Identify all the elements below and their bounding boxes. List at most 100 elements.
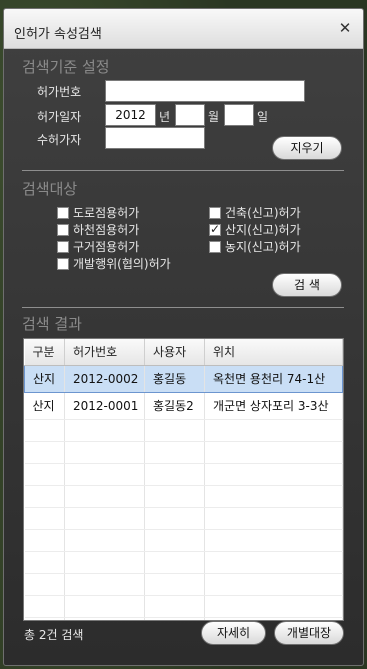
empty-cell (64, 551, 145, 574)
empty-cell (24, 551, 65, 574)
checkbox-ditch-permit[interactable]: 구거점용허가 (57, 238, 139, 255)
targets-heading: 검색대상 (22, 180, 78, 198)
column-header-user[interactable]: 사용자 (144, 339, 205, 366)
empty-row (24, 485, 343, 508)
year-unit: 년 (159, 110, 171, 124)
empty-cell (204, 507, 343, 530)
empty-cell (64, 463, 145, 486)
permit-no-label: 허가번호 (37, 85, 82, 99)
empty-cell (24, 441, 65, 464)
empty-cell (144, 529, 205, 552)
empty-cell (64, 573, 145, 596)
divider (22, 307, 344, 308)
column-header-permit-no[interactable]: 허가번호 (64, 339, 145, 366)
day-input[interactable] (224, 104, 254, 126)
checkbox-road-permit[interactable]: 도로점용허가 (57, 204, 139, 221)
checkbox-box[interactable] (57, 206, 69, 219)
result-count: 총 2건 검색 (24, 628, 84, 642)
checkbox-box[interactable] (209, 206, 221, 219)
empty-cell (64, 419, 145, 442)
permit-date-label: 허가일자 (37, 110, 82, 124)
checkbox-label: 도로점용허가 (73, 206, 140, 220)
checkbox-box[interactable] (57, 257, 69, 270)
empty-cell (144, 551, 205, 574)
empty-cell (24, 463, 65, 486)
checkbox-box[interactable] (57, 240, 69, 253)
empty-row (24, 419, 343, 442)
empty-cell (64, 485, 145, 508)
clear-button[interactable]: 지우기 (272, 136, 342, 160)
cell-user: 홍길동2 (144, 392, 205, 420)
table-row[interactable]: 산지 2012-0002 홍길동 옥천면 용천리 74-1산 (24, 364, 343, 393)
empty-row (24, 463, 343, 486)
checkbox-label: 개발행위(협의)허가 (73, 257, 171, 271)
cell-permit-no: 2012-0001 (64, 392, 145, 420)
cell-location: 옥천면 용천리 74-1산 (204, 364, 343, 393)
empty-cell (24, 529, 65, 552)
detail-button[interactable]: 자세히 (201, 621, 266, 645)
day-unit: 일 (257, 110, 269, 124)
close-icon[interactable]: ✕ (337, 19, 353, 37)
empty-cell (64, 529, 145, 552)
checkbox-label: 농지(신고)허가 (225, 240, 301, 254)
ledger-button[interactable]: 개별대장 (274, 621, 344, 645)
empty-cell (144, 617, 205, 620)
checkbox-river-permit[interactable]: 하천점용허가 (57, 221, 139, 238)
month-input[interactable] (175, 104, 205, 126)
checkbox-box[interactable] (57, 223, 69, 236)
empty-cell (24, 485, 65, 508)
criteria-heading: 검색기준 설정 (22, 58, 110, 76)
grantee-label: 수허가자 (37, 133, 82, 147)
empty-cell (204, 551, 343, 574)
divider (22, 170, 344, 171)
empty-cell (144, 441, 205, 464)
month-unit: 월 (208, 110, 220, 124)
checkbox-building-permit[interactable]: 건축(신고)허가 (209, 204, 301, 221)
empty-row (24, 529, 343, 552)
window-title: 인허가 속성검색 (14, 27, 102, 42)
grid-header-row: 구분 허가번호 사용자 위치 (24, 339, 343, 366)
empty-row (24, 551, 343, 574)
cell-type: 산지 (24, 364, 65, 393)
empty-cell (64, 507, 145, 530)
checkbox-development-permit[interactable]: 개발행위(협의)허가 (57, 255, 171, 272)
empty-cell (144, 463, 205, 486)
empty-cell (144, 595, 205, 618)
search-button[interactable]: 검 색 (272, 273, 342, 297)
empty-cell (204, 595, 343, 618)
checkbox-box-checked[interactable] (209, 222, 221, 236)
empty-cell (204, 485, 343, 508)
year-input[interactable] (105, 104, 156, 126)
checkbox-label: 구거점용허가 (73, 240, 140, 254)
empty-cell (144, 485, 205, 508)
checkbox-box[interactable] (209, 240, 221, 253)
checkbox-label: 하천점용허가 (73, 223, 140, 237)
checkbox-farmland-permit[interactable]: 농지(신고)허가 (209, 238, 301, 255)
cell-permit-no: 2012-0002 (64, 364, 145, 393)
empty-cell (24, 595, 65, 618)
empty-cell (24, 419, 65, 442)
empty-cell (204, 573, 343, 596)
cell-user: 홍길동 (144, 364, 205, 393)
results-grid[interactable]: 구분 허가번호 사용자 위치 산지 2012-0002 홍길동 옥천면 용천리 … (23, 338, 344, 621)
empty-cell (144, 507, 205, 530)
column-header-location[interactable]: 위치 (204, 339, 343, 366)
checkbox-label: 산지(신고)허가 (225, 223, 301, 237)
column-header-type[interactable]: 구분 (24, 339, 65, 366)
grantee-input[interactable] (105, 127, 205, 149)
checkbox-label: 건축(신고)허가 (225, 206, 301, 220)
empty-row (24, 441, 343, 464)
cell-location: 개군면 상자포리 3-3산 (204, 392, 343, 420)
empty-cell (144, 419, 205, 442)
permit-no-input[interactable] (105, 80, 305, 102)
empty-cell (24, 573, 65, 596)
property-search-window: 인허가 속성검색 ✕ 검색기준 설정 허가번호 허가일자 년 월 일 수허가자 … (3, 8, 364, 666)
empty-cell (64, 441, 145, 464)
window-titlebar[interactable]: 인허가 속성검색 ✕ (4, 9, 363, 49)
table-row[interactable]: 산지 2012-0001 홍길동2 개군면 상자포리 3-3산 (24, 392, 343, 420)
empty-cell (144, 573, 205, 596)
empty-row (24, 573, 343, 596)
empty-cell (24, 617, 65, 620)
checkbox-forest-permit[interactable]: 산지(신고)허가 (209, 221, 301, 238)
empty-row (24, 507, 343, 530)
